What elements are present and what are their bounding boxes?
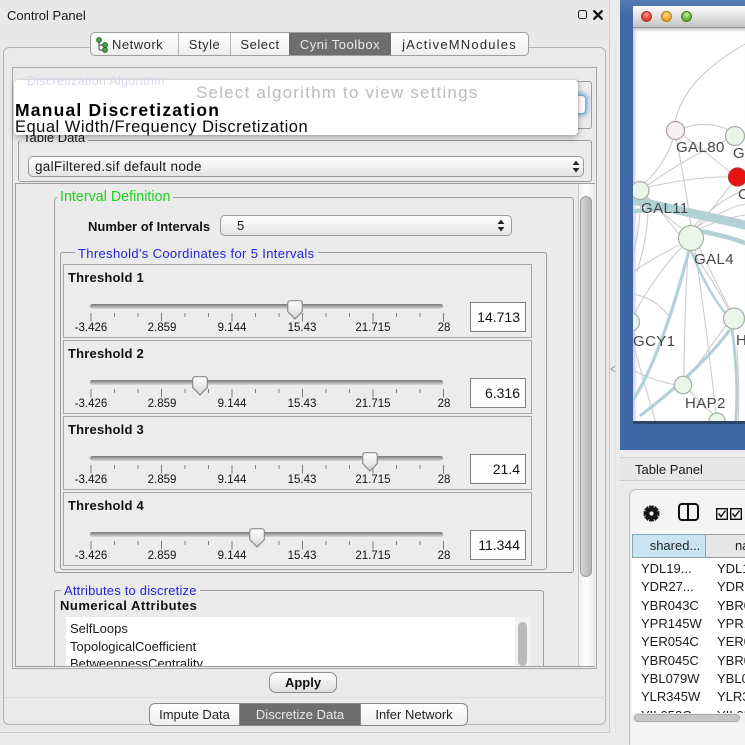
svg-text:GAL11: GAL11 (641, 200, 689, 217)
svg-text:GA: GA (733, 145, 745, 162)
svg-text:GAL4: GAL4 (694, 251, 734, 268)
svg-text:HAP2: HAP2 (685, 395, 726, 412)
svg-text:GAL80: GAL80 (676, 139, 725, 156)
svg-text:C: C (738, 186, 745, 203)
svg-text:GCY1: GCY1 (633, 333, 675, 350)
svg-text:H: H (736, 332, 745, 349)
